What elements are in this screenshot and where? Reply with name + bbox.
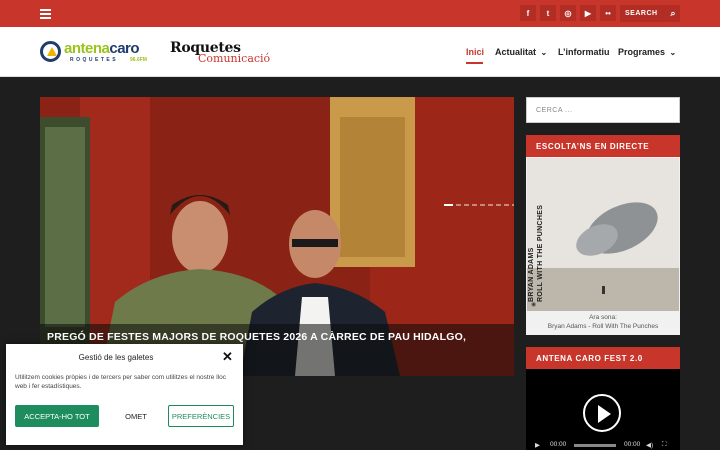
logo-brand-part1: antena [64,40,110,57]
fullscreen-icon[interactable]: ⛶ [662,441,667,449]
top-bar: f t ◎ ▶ •• SEARCH ⌕ [0,0,720,27]
nav-inici[interactable]: Inici [466,47,484,57]
time-total: 00:00 [624,441,641,448]
roquetes-comunicacio-logo[interactable]: Roquetes Comunicació [170,40,270,68]
logo2-line2: Comunicació [198,52,271,65]
sidebar-search-input[interactable]: CERCA ... [526,97,680,123]
accept-all-button[interactable]: ACCEPTA-HO TOT [15,405,99,427]
album-cover: BRYAN ADAMS ROLL WITH THE PUNCHES ◉ [527,158,679,311]
search-icon[interactable]: ⌕ [670,8,676,19]
top-search-input[interactable]: SEARCH ⌕ [620,5,680,22]
antena-caro-logo[interactable]: antenacaro ROQUETES 96.6FM [40,40,158,66]
deny-button[interactable]: OMET [102,405,170,427]
preferences-button[interactable]: PREFERÈNCIES [168,405,234,427]
nav-actualitat-label: Actualitat [495,47,537,57]
slider-dots[interactable] [444,204,514,207]
now-playing-track: Bryan Adams - Roll With The Punches [547,323,659,330]
logo-subtitle: ROQUETES [70,57,119,63]
play-small-icon[interactable]: ▶ [535,441,540,449]
spotify-icon: ◉ [531,302,537,308]
nav-active-underline [466,62,483,64]
nav-programes-label: Programes [618,47,666,57]
slider-dot[interactable] [512,204,514,206]
nav-actualitat[interactable]: Actualitat ⌄ [495,47,547,57]
logo-brand-part2: caro [109,40,140,57]
now-playing-label: Ara sona: [589,314,617,321]
instagram-icon[interactable]: ◎ [560,5,576,21]
logo-frequency: 96.6FM [130,57,147,63]
cookie-text: Utilitzem cookies pròpies i de tercers p… [15,374,226,390]
slider-dot[interactable] [444,204,453,206]
cookie-title: Gestió de les galetes [78,353,154,362]
close-icon[interactable]: ✕ [222,349,233,365]
progress-bar[interactable] [574,444,616,447]
site-header: antenacaro ROQUETES 96.6FM Roquetes Comu… [0,27,720,77]
slider-dot[interactable] [496,204,501,206]
flickr-icon[interactable]: •• [600,5,616,21]
slider-dot[interactable] [472,204,477,206]
time-current: 00:00 [550,441,567,448]
fest-widget-title: ANTENA CARO FEST 2.0 [526,347,680,369]
slider-dot[interactable] [456,204,461,206]
hamburger-icon[interactable] [40,9,51,19]
slider-dot[interactable] [488,204,493,206]
album-title-text: ROLL WITH THE PUNCHES [537,204,544,302]
chevron-down-icon: ⌄ [669,48,677,57]
volume-icon[interactable]: ◀) [646,441,653,449]
top-search-label: SEARCH [625,10,658,17]
nav-linformatiu[interactable]: L’informatiu [558,47,610,57]
live-widget-title: ESCOLTA’NS EN DIRECTE [526,135,680,157]
slider-dot[interactable] [464,204,469,206]
album-artist-text: BRYAN ADAMS [528,247,535,302]
logo-mark [40,41,61,62]
chevron-down-icon: ⌄ [540,48,548,57]
twitter-icon[interactable]: t [540,5,556,21]
cookie-consent-panel: Gestió de les galetes ✕ Utilitzem cookie… [6,344,243,445]
play-icon[interactable] [583,394,621,432]
facebook-icon[interactable]: f [520,5,536,21]
youtube-icon[interactable]: ▶ [580,5,596,21]
slider-dot[interactable] [504,204,509,206]
slider-dot[interactable] [480,204,485,206]
nav-programes[interactable]: Programes ⌄ [618,47,676,57]
logo-brand-text: antenacaro [64,40,140,57]
